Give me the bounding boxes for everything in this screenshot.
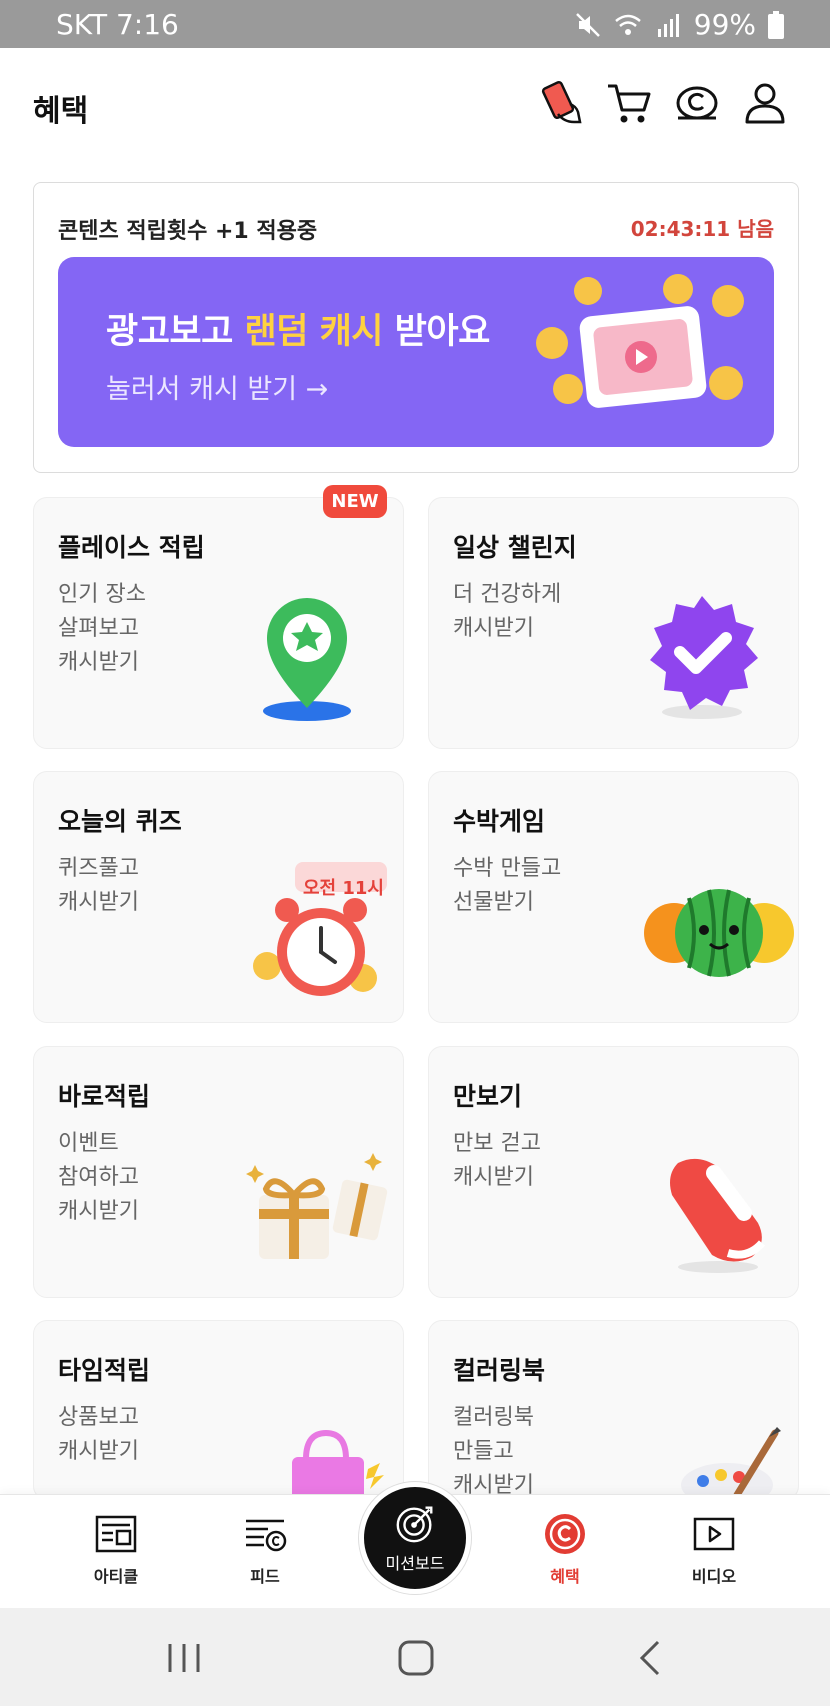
nav-label: 비디오 bbox=[691, 1567, 737, 1586]
tile-desc: 컬러링북 만들고 캐시받기 bbox=[453, 1405, 534, 1498]
new-badge: NEW bbox=[323, 485, 387, 518]
tile-desc: 이벤트 참여하고 캐시받기 bbox=[58, 1131, 139, 1224]
map-pin-star-icon bbox=[263, 598, 351, 721]
app-header: 혜택 bbox=[0, 48, 830, 158]
nav-label: 미션보드 bbox=[385, 1554, 445, 1573]
tile-title: 일상 챌린지 bbox=[453, 533, 577, 562]
sneaker-icon bbox=[670, 1158, 766, 1273]
tile-title: 만보기 bbox=[453, 1082, 523, 1111]
profile-icon[interactable] bbox=[740, 78, 790, 128]
tile-desc: 상품보고 캐시받기 bbox=[58, 1405, 139, 1464]
tile-title: 타임적립 bbox=[58, 1356, 151, 1385]
recent-apps-icon[interactable] bbox=[162, 1638, 206, 1678]
video-coins-icon bbox=[536, 274, 744, 408]
bonus-timer: 02:43:11 남음 bbox=[630, 217, 774, 241]
wifi-icon bbox=[614, 14, 641, 35]
tile-title: 바로적립 bbox=[58, 1082, 151, 1111]
paint-palette-icon bbox=[681, 1427, 781, 1499]
nav-label: 피드 bbox=[250, 1567, 280, 1586]
tile-desc: 인기 장소 살펴보고 캐시받기 bbox=[58, 582, 146, 675]
page-title: 혜택 bbox=[33, 94, 89, 129]
back-icon[interactable] bbox=[630, 1638, 674, 1678]
nav-article[interactable]: 아티클 bbox=[61, 1511, 171, 1595]
bonus-label: 콘텐츠 적립횟수 +1 적용중 bbox=[58, 219, 318, 244]
article-icon bbox=[95, 1515, 137, 1553]
tile-title: 오늘의 퀴즈 bbox=[58, 807, 182, 836]
gift-box-icon bbox=[246, 1153, 388, 1259]
tile-time-reward[interactable]: 타임적립 상품보고 캐시받기 bbox=[33, 1320, 404, 1500]
cash-coin-icon[interactable] bbox=[672, 78, 722, 128]
carrier-time: SKT 7:16 bbox=[56, 8, 179, 41]
tile-daily-quiz[interactable]: 오늘의 퀴즈 퀴즈풀고 캐시받기 오전 11시 bbox=[33, 771, 404, 1023]
target-icon bbox=[396, 1506, 433, 1543]
status-icons: 99% bbox=[574, 8, 784, 41]
battery-icon bbox=[768, 10, 784, 39]
nav-video[interactable]: 비디오 bbox=[659, 1511, 769, 1595]
tile-title: 플레이스 적립 bbox=[58, 533, 205, 562]
nav-label: 아티클 bbox=[93, 1567, 139, 1586]
tile-title: 컬러링북 bbox=[453, 1356, 546, 1385]
nav-feed[interactable]: 피드 bbox=[210, 1511, 320, 1595]
tile-place-reward[interactable]: 플레이스 적립 인기 장소 살펴보고 캐시받기 bbox=[33, 497, 404, 749]
quiz-time-tag: 오전 11시 bbox=[303, 878, 384, 899]
video-play-icon bbox=[693, 1517, 735, 1551]
system-navigation-bar bbox=[0, 1608, 830, 1706]
signal-icon bbox=[657, 13, 679, 37]
tile-title: 수박게임 bbox=[453, 807, 546, 836]
cart-icon[interactable] bbox=[604, 78, 654, 128]
tile-pedometer[interactable]: 만보기 만보 걷고 캐시받기 bbox=[428, 1046, 799, 1298]
home-icon[interactable] bbox=[394, 1638, 438, 1678]
tile-desc: 퀴즈풀고 캐시받기 bbox=[58, 856, 139, 915]
tile-desc: 더 건강하게 캐시받기 bbox=[453, 582, 562, 641]
content-bonus-card: 콘텐츠 적립횟수 +1 적용중 02:43:11 남음 광고보고 랜덤 캐시 받… bbox=[33, 182, 799, 473]
ad-cash-banner[interactable]: 광고보고 랜덤 캐시 받아요 눌러서 캐시 받기 → bbox=[58, 257, 774, 447]
cash-coin-icon bbox=[545, 1514, 585, 1554]
nav-label: 혜택 bbox=[550, 1567, 580, 1586]
tile-instant-reward[interactable]: 바로적립 이벤트 참여하고 캐시받기 bbox=[33, 1046, 404, 1298]
shopping-bag-icon bbox=[292, 1429, 384, 1499]
watermelon-icon bbox=[644, 889, 794, 977]
tile-watermelon-game[interactable]: 수박게임 수박 만들고 선물받기 bbox=[428, 771, 799, 1023]
tile-daily-challenge[interactable]: 일상 챌린지 더 건강하게 캐시받기 bbox=[428, 497, 799, 749]
status-bar: SKT 7:16 99% bbox=[0, 0, 830, 48]
nav-mission-board[interactable]: 미션보드 bbox=[359, 1482, 471, 1594]
banner-subtext: 눌러서 캐시 받기 → bbox=[106, 374, 329, 405]
nav-benefits[interactable]: 혜택 bbox=[510, 1511, 620, 1595]
verified-badge-icon bbox=[650, 596, 758, 719]
tile-coloring-book[interactable]: 컬러링북 컬러링북 만들고 캐시받기 bbox=[428, 1320, 799, 1500]
feed-icon bbox=[246, 1519, 287, 1552]
phone-hand-icon[interactable] bbox=[538, 78, 588, 128]
tile-desc: 수박 만들고 선물받기 bbox=[453, 856, 562, 915]
battery-percent: 99% bbox=[693, 8, 756, 41]
banner-headline: 광고보고 랜덤 캐시 받아요 bbox=[106, 312, 490, 352]
tile-desc: 만보 걷고 캐시받기 bbox=[453, 1131, 541, 1190]
mute-icon bbox=[575, 12, 600, 37]
